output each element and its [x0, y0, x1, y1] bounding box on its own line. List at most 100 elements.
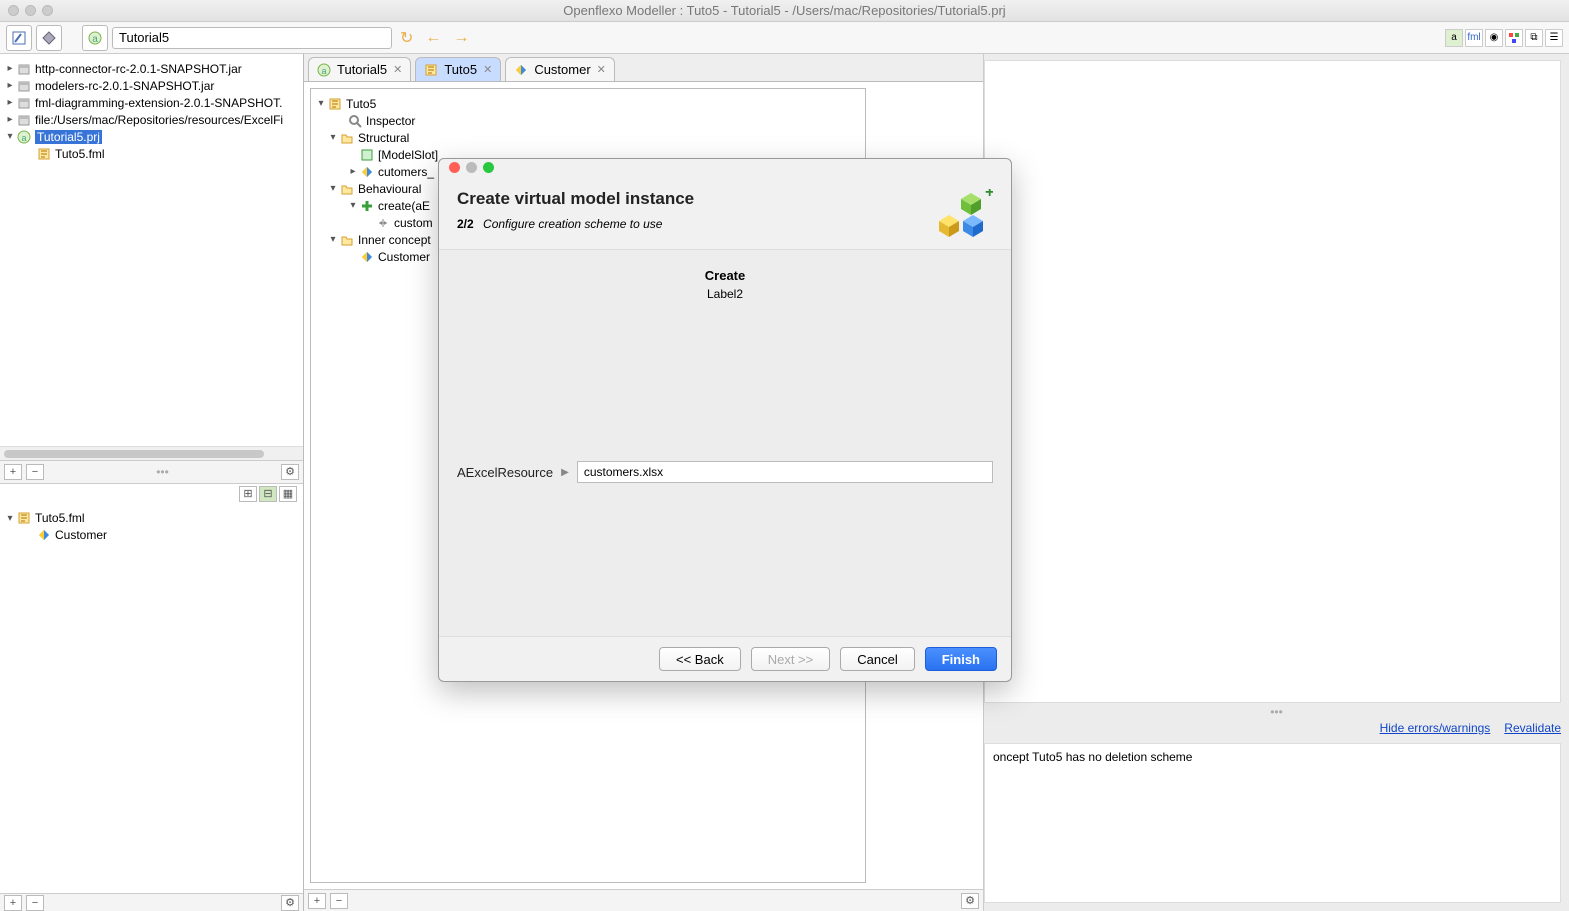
ri-3[interactable]: ◉ — [1485, 29, 1503, 47]
expand-arrow-icon[interactable]: ▸ — [4, 80, 16, 91]
tree-item[interactable]: ▸modelers-rc-2.0.1-SNAPSHOT.jar — [0, 77, 303, 94]
close-icon[interactable]: ✕ — [393, 63, 402, 76]
lower-tree[interactable]: ▾ Tuto5.fml Customer — [0, 506, 303, 894]
tree-item[interactable]: ▸fml-diagramming-extension-2.0.1-SNAPSHO… — [0, 94, 303, 111]
back-button[interactable]: << Back — [659, 647, 741, 671]
finish-button[interactable]: Finish — [925, 647, 997, 671]
dlg-min-icon[interactable] — [466, 162, 477, 173]
breadcrumb-input[interactable] — [112, 27, 392, 49]
tree-scrollbar[interactable] — [0, 446, 303, 460]
fml-icon — [327, 97, 343, 111]
cb-remove[interactable]: − — [330, 893, 348, 909]
expand-arrow-icon[interactable]: ▾ — [347, 200, 359, 211]
remove-button[interactable]: − — [26, 464, 44, 480]
ri-6[interactable]: ☰ — [1545, 29, 1563, 47]
tree-item[interactable]: Inspector — [311, 112, 865, 129]
expand-arrow-icon[interactable]: ▸ — [4, 114, 16, 125]
tool-icon-2[interactable] — [36, 25, 62, 51]
nav-refresh-icon[interactable]: ↻ — [396, 28, 417, 48]
revalidate-link[interactable]: Revalidate — [1504, 721, 1561, 743]
left-bottom-bar: + − ⚙ — [0, 893, 303, 911]
tree-item[interactable]: ▸file:/Users/mac/Repositories/resources/… — [0, 111, 303, 128]
tree-item[interactable]: Tuto5.fml — [0, 145, 303, 162]
create-vmi-dialog: Create virtual model instance 2/2 Config… — [438, 158, 1012, 682]
ri-1[interactable]: a — [1445, 29, 1463, 47]
tree-item-label: Tuto5.fml — [35, 511, 85, 525]
nav-fwd-icon[interactable]: → — [449, 29, 473, 47]
tab-customer[interactable]: Customer ✕ — [505, 57, 615, 81]
left-mid-toolbar: + − ••• ⚙ — [0, 460, 303, 484]
expand-arrow-icon[interactable]: ▾ — [4, 513, 16, 524]
expand-arrow-icon[interactable]: ▸ — [4, 63, 16, 74]
tool-icon-3[interactable]: a — [82, 25, 108, 51]
right-links: Hide errors/warnings Revalidate — [984, 721, 1569, 743]
window-controls[interactable] — [8, 5, 53, 16]
expand-arrow-icon[interactable]: ▾ — [327, 183, 339, 194]
tree-item-label: Customer — [55, 528, 107, 542]
nav-back-icon[interactable]: ← — [421, 29, 445, 47]
tree-item-label: cutomers_ — [378, 165, 434, 179]
tab-label: Customer — [534, 62, 590, 77]
project-tree[interactable]: ▸http-connector-rc-2.0.1-SNAPSHOT.jar▸mo… — [0, 54, 303, 446]
cb-gear[interactable]: ⚙ — [961, 893, 979, 909]
dlg-close-icon[interactable] — [449, 162, 460, 173]
tab-label: Tuto5 — [444, 62, 477, 77]
hide-errors-link[interactable]: Hide errors/warnings — [1380, 721, 1491, 743]
lt-btn-3[interactable]: ▦ — [279, 486, 297, 502]
bottom-add[interactable]: + — [4, 895, 22, 911]
cancel-button[interactable]: Cancel — [840, 647, 914, 671]
folder-icon — [339, 233, 355, 247]
ri-5[interactable]: ⧉ — [1525, 29, 1543, 47]
tree-item[interactable]: ▾aTutorial5.prj — [0, 128, 303, 145]
concept-icon — [36, 528, 52, 542]
tree-item[interactable]: ▾ Tuto5.fml — [0, 510, 303, 527]
editor-tabs: aTutorial5✕ Tuto5 ✕ Customer ✕ — [304, 54, 983, 82]
ri-4[interactable] — [1505, 29, 1523, 47]
add-button[interactable]: + — [4, 464, 22, 480]
expand-arrow-icon[interactable]: ▾ — [4, 131, 16, 142]
tab-tutorial5[interactable]: aTutorial5✕ — [308, 57, 411, 81]
gear-button[interactable]: ⚙ — [281, 464, 299, 480]
chevron-right-icon: ▶ — [561, 467, 569, 478]
lt-btn-1[interactable]: ⊞ — [239, 486, 257, 502]
cb-add[interactable]: + — [308, 893, 326, 909]
right-divider[interactable]: ••• — [984, 703, 1569, 721]
tree-item[interactable]: Customer — [0, 527, 303, 544]
cubes-icon: + — [933, 189, 993, 241]
close-icon[interactable]: ✕ — [597, 63, 606, 76]
tab-tuto5[interactable]: Tuto5 ✕ — [415, 57, 501, 81]
expand-arrow-icon[interactable]: ▸ — [347, 166, 359, 177]
minimize-dot[interactable] — [25, 5, 36, 16]
bottom-gear[interactable]: ⚙ — [281, 895, 299, 911]
ri-2[interactable]: fml — [1465, 29, 1483, 47]
link-icon — [375, 216, 391, 230]
inspector-icon — [347, 114, 363, 128]
dialog-create-sub: Label2 — [707, 287, 743, 301]
tree-item[interactable]: ▾Tuto5 — [311, 95, 865, 112]
tree-item[interactable]: ▸http-connector-rc-2.0.1-SNAPSHOT.jar — [0, 60, 303, 77]
folder-icon — [339, 182, 355, 196]
bottom-remove[interactable]: − — [26, 895, 44, 911]
center-bottom-bar: + − ⚙ — [304, 889, 983, 911]
excel-resource-label: AExcelResource — [457, 465, 553, 480]
tree-item-label: Inner concept — [358, 233, 431, 247]
dialog-step-desc: Configure creation scheme to use — [483, 217, 662, 231]
tree-item[interactable]: ▾Structural — [311, 129, 865, 146]
dlg-zoom-icon[interactable] — [483, 162, 494, 173]
right-top-pane — [984, 60, 1561, 703]
zoom-dot[interactable] — [42, 5, 53, 16]
expand-arrow-icon[interactable]: ▾ — [327, 234, 339, 245]
close-dot[interactable] — [8, 5, 19, 16]
lt-btn-2[interactable]: ⊟ — [259, 486, 277, 502]
dialog-window-controls[interactable] — [439, 159, 1011, 175]
expand-arrow-icon[interactable]: ▸ — [4, 97, 16, 108]
main-toolbar: a ↻ ← → a fml ◉ ⧉ ☰ — [0, 22, 1569, 54]
tool-icon-1[interactable] — [6, 25, 32, 51]
jar-icon — [16, 113, 32, 127]
window-titlebar: Openflexo Modeller : Tuto5 - Tutorial5 -… — [0, 0, 1569, 22]
expand-arrow-icon[interactable]: ▾ — [327, 132, 339, 143]
excel-resource-input[interactable] — [577, 461, 993, 483]
expand-arrow-icon[interactable]: ▾ — [315, 98, 327, 109]
close-icon[interactable]: ✕ — [483, 63, 492, 76]
dialog-step: 2/2 — [457, 217, 474, 231]
